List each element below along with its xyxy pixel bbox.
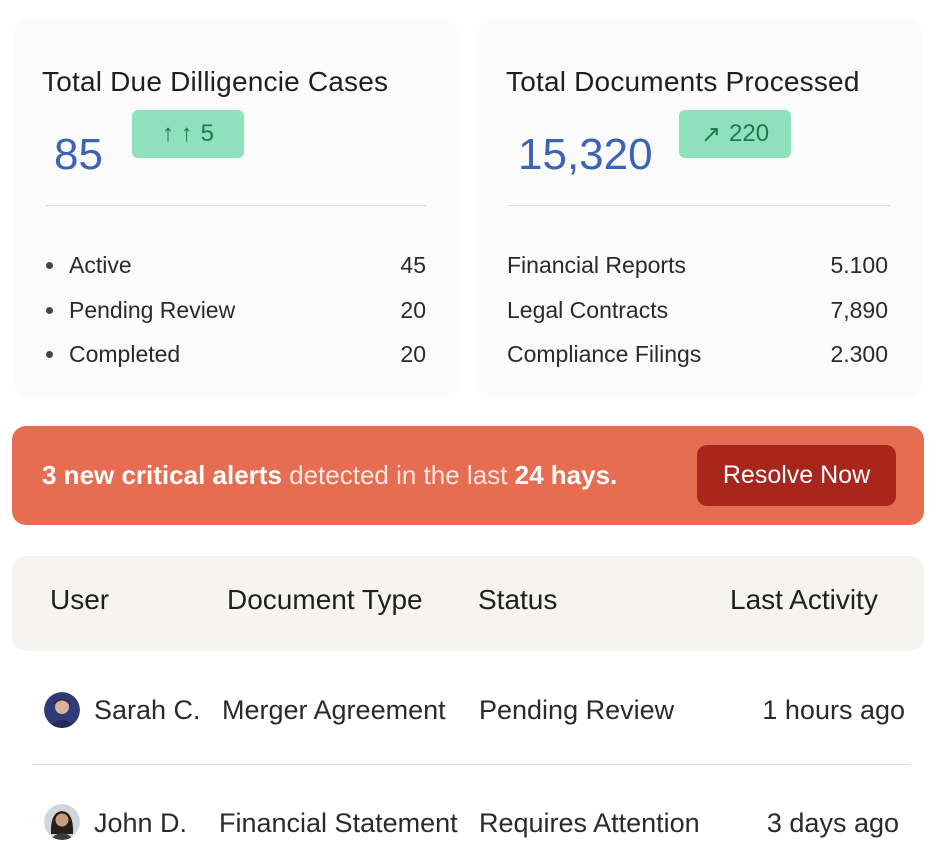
doc-category-count: 7,890 — [830, 297, 888, 323]
total-documents-value: 15,320 — [518, 130, 653, 179]
double-up-arrow-icon: ↑ ↑ — [161, 120, 193, 147]
alert-period-text: 24 hays. — [514, 460, 618, 490]
status-count: 20 — [400, 297, 426, 323]
bullet-icon — [46, 351, 53, 358]
bullet-icon — [46, 262, 53, 269]
doc-category-count: 2.300 — [830, 341, 888, 367]
table-header: User Document Type Status Last Activity — [12, 556, 924, 651]
list-item: Completed — [46, 341, 180, 368]
alert-count-text: 3 new critical alerts — [42, 460, 282, 490]
row-divider — [32, 764, 910, 765]
alert-message: 3 new critical alerts detected in the la… — [42, 460, 617, 491]
divider — [46, 205, 426, 206]
last-activity: 3 days ago — [766, 808, 899, 838]
last-activity: 1 hours ago — [762, 695, 905, 725]
bullet-icon — [46, 307, 53, 314]
user-name: Sarah C. — [94, 695, 201, 725]
avatar-female-icon — [44, 804, 80, 840]
status-label: Pending Review — [69, 297, 236, 323]
due-diligence-cases-card: Total Due Dilligencie Cases 85 ↑ ↑ 5 Act… — [14, 18, 460, 398]
column-header-last-activity[interactable]: Last Activity — [730, 584, 878, 616]
document-type: Merger Agreement — [222, 695, 446, 725]
column-header-status[interactable]: Status — [478, 584, 557, 616]
documents-delta-badge: ↗ 220 — [679, 110, 791, 158]
card-title: Total Documents Processed — [506, 66, 860, 97]
total-cases-value: 85 — [54, 130, 103, 179]
doc-category-label: Compliance Filings — [507, 341, 702, 367]
avatar-male-icon — [44, 692, 80, 728]
list-item: Active — [46, 252, 132, 279]
delta-value: 220 — [729, 120, 770, 147]
document-type: Financial Statement — [219, 808, 458, 838]
status-count: 20 — [400, 341, 426, 367]
status-text: Requires Attention — [479, 808, 700, 838]
cases-delta-badge: ↑ ↑ 5 — [132, 110, 244, 158]
column-header-user[interactable]: User — [50, 584, 109, 616]
status-text: Pending Review — [479, 695, 675, 725]
status-label: Completed — [69, 341, 181, 367]
list-item: Financial Reports — [507, 252, 686, 279]
user-name: John D. — [94, 808, 188, 838]
list-item: Legal Contracts — [507, 297, 668, 324]
column-header-document-type[interactable]: Document Type — [227, 584, 423, 616]
trend-up-arrow-icon: ↗ — [700, 120, 722, 148]
status-label: Active — [69, 252, 132, 278]
list-item: Pending Review — [46, 297, 235, 324]
list-item: Compliance Filings — [507, 341, 701, 368]
critical-alert-banner: 3 new critical alerts detected in the la… — [12, 426, 924, 525]
doc-category-label: Financial Reports — [507, 252, 686, 278]
status-count: 45 — [400, 252, 426, 278]
divider — [508, 205, 890, 206]
doc-category-count: 5.100 — [830, 252, 888, 278]
card-title: Total Due Dilligencie Cases — [42, 66, 389, 97]
resolve-now-button[interactable]: Resolve Now — [697, 445, 896, 506]
documents-processed-card: Total Documents Processed 15,320 ↗ 220 F… — [476, 18, 922, 398]
alert-middle-text: detected in the last — [281, 460, 515, 490]
delta-value: 5 — [200, 120, 215, 147]
doc-category-label: Legal Contracts — [507, 297, 669, 323]
